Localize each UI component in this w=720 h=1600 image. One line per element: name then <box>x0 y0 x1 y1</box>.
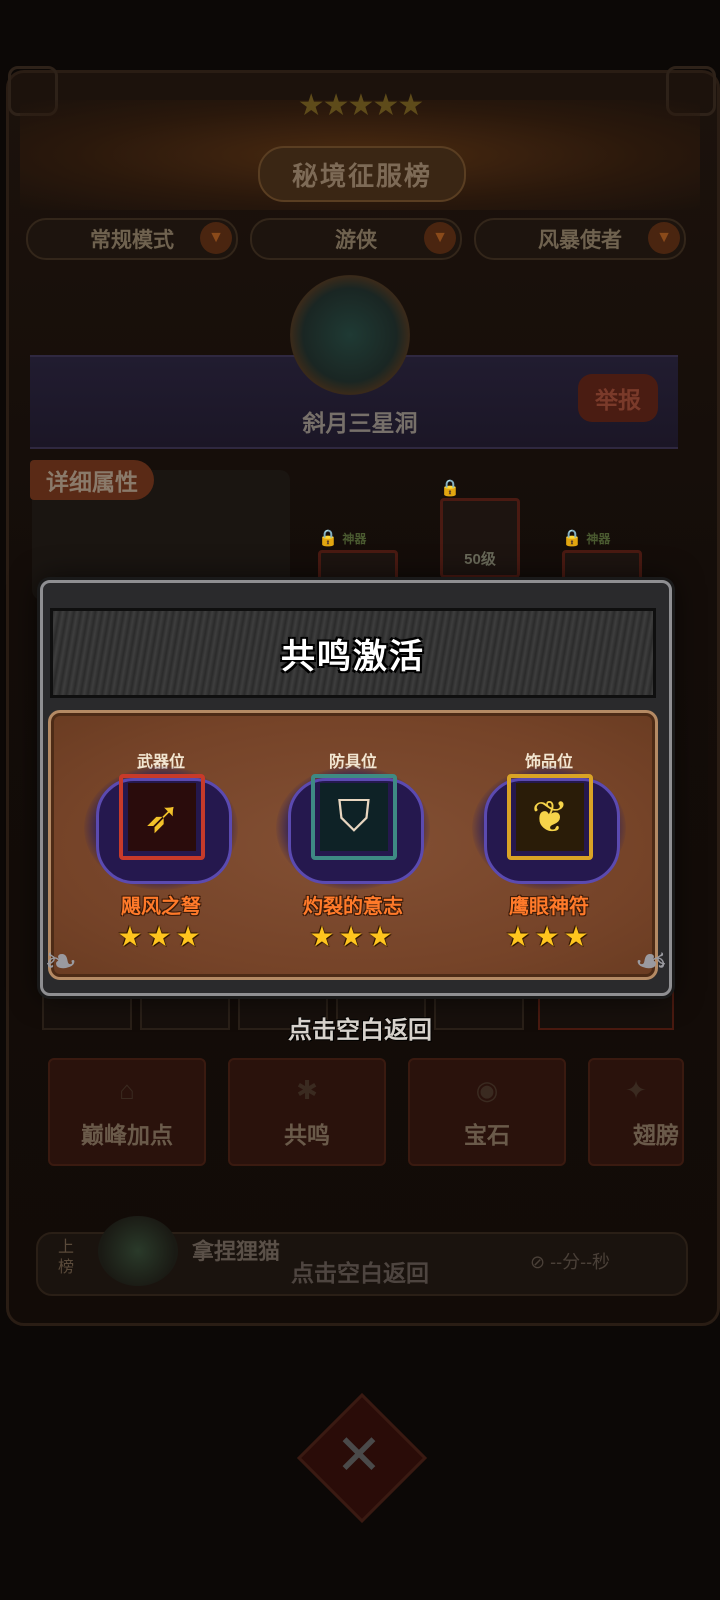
star-rating: ★★★ <box>117 921 205 952</box>
slot-tag: 神器 <box>342 532 367 546</box>
lock-icon: 🔒 <box>318 530 338 547</box>
lock-icon: 🔒 <box>440 480 460 497</box>
accessory-slot[interactable]: 饰品位 ❦ 鹰眼神符 ★★★ <box>462 748 636 968</box>
item-frame: ❦ <box>507 774 593 860</box>
timer: ⊘ --分--秒 <box>530 1252 611 1272</box>
stage-name: 斜月三星洞 <box>302 410 418 436</box>
item-name: 灼裂的意志 <box>303 896 403 918</box>
class-filter-label: 游侠 <box>335 229 377 252</box>
resonance-icon: ✱ <box>296 1075 318 1105</box>
title-stars: ★★★★★ <box>297 89 424 122</box>
mode-filter-dropdown[interactable]: 常规模式 ▼ <box>26 218 238 260</box>
gem-icon: ◉ <box>475 1075 499 1105</box>
report-button[interactable]: 举报 <box>578 374 658 422</box>
crossbow-icon: ➶ <box>128 783 196 851</box>
tap-to-return-hint[interactable]: 点击空白返回 <box>0 1010 720 1045</box>
chevron-down-icon: ▼ <box>424 222 456 254</box>
item-frame: ➶ <box>119 774 205 860</box>
star-rating: ★★★ <box>309 921 397 952</box>
gems-button[interactable]: ◉ 宝石 <box>408 1058 566 1166</box>
background-tap-hint: 点击空白返回 <box>291 1260 429 1286</box>
resonance-label: 共鸣 <box>284 1122 330 1148</box>
class-filter-dropdown[interactable]: 游侠 ▼ <box>250 218 462 260</box>
slot-tag: 神器 <box>586 532 611 546</box>
item-name: 鹰眼神符 <box>509 896 589 918</box>
peak-points-button[interactable]: ⌂ 巅峰加点 <box>48 1058 206 1166</box>
locked-slot-level[interactable]: 🔒 50级 <box>440 478 520 578</box>
wings-label: 翅膀 <box>633 1122 679 1148</box>
lock-icon: 🔒 <box>562 530 582 547</box>
gems-label: 宝石 <box>464 1122 510 1148</box>
resonance-button[interactable]: ✱ 共鸣 <box>228 1058 386 1166</box>
modal-title: 共鸣激活 <box>281 637 425 676</box>
stage-emblem-icon <box>290 275 410 395</box>
chevron-down-icon: ▼ <box>200 222 232 254</box>
item-name: 飓风之弩 <box>121 896 201 918</box>
subclass-filter-dropdown[interactable]: 风暴使者 ▼ <box>474 218 686 260</box>
subclass-filter-label: 风暴使者 <box>538 229 622 252</box>
armor-icon: ⛉ <box>320 783 388 851</box>
star-rating: ★★★ <box>505 921 593 952</box>
peak-points-label: 巅峰加点 <box>81 1122 173 1148</box>
weapon-slot[interactable]: 武器位 ➶ 飓风之弩 ★★★ <box>74 748 248 968</box>
armor-slot[interactable]: 防具位 ⛉ 灼裂的意志 ★★★ <box>266 748 440 968</box>
modal-header: 共鸣激活 <box>50 608 656 698</box>
close-icon: ✕ <box>335 1423 383 1486</box>
slot-level-label: 50级 <box>464 551 496 568</box>
wings-button[interactable]: ✦ 翅膀 <box>588 1058 684 1166</box>
mode-filter-label: 常规模式 <box>90 229 174 252</box>
house-icon: ⌂ <box>119 1075 135 1105</box>
leaderboard-title: 秘境征服榜 <box>258 146 466 202</box>
item-frame: ⛉ <box>311 774 397 860</box>
eagle-amulet-icon: ❦ <box>516 783 584 851</box>
wing-icon: ✦ <box>625 1075 647 1105</box>
chevron-down-icon: ▼ <box>648 222 680 254</box>
detail-attributes-tab[interactable]: 详细属性 <box>30 460 154 500</box>
